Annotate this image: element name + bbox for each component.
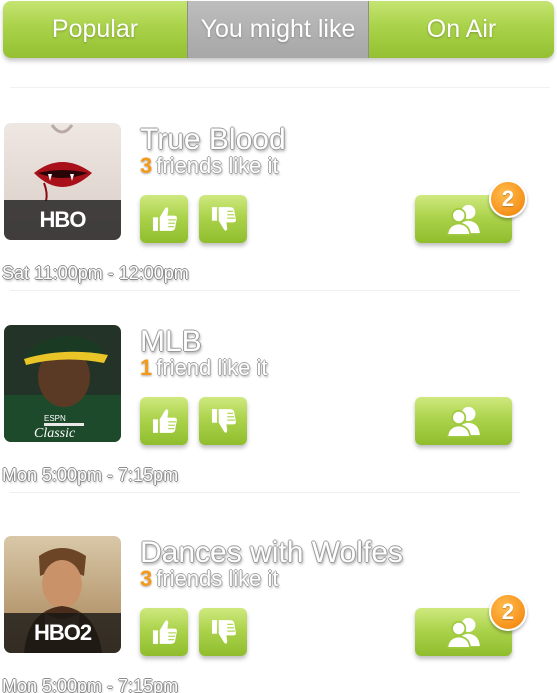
poster-image: ESPN Classic [4, 325, 121, 442]
show-title[interactable]: MLB [140, 325, 202, 359]
show-poster[interactable]: HBO2 [4, 536, 121, 653]
show-item-mlb: ESPN Classic MLB 1 friend like it Mon 5:0… [0, 325, 557, 505]
app-root: Popular You might like On Air HBO True B… [0, 0, 557, 693]
like-button[interactable] [140, 608, 188, 656]
svg-text:ESPN: ESPN [44, 414, 66, 423]
friend-count: 1 [140, 355, 153, 380]
show-poster[interactable]: HBO [4, 123, 121, 240]
like-button[interactable] [140, 195, 188, 243]
thumbs-up-icon [147, 202, 181, 236]
dislike-button[interactable] [199, 397, 247, 445]
show-title[interactable]: True Blood [140, 123, 286, 157]
tab-on-air[interactable]: On Air [369, 1, 554, 58]
show-title[interactable]: Dances with Wolfes [140, 536, 403, 570]
notification-badge: 2 [489, 180, 527, 218]
friend-text: friends like it [156, 566, 279, 591]
divider [10, 87, 550, 88]
svg-text:Classic: Classic [34, 426, 76, 441]
divider [10, 290, 520, 291]
tab-bar: Popular You might like On Air [3, 1, 554, 58]
tab-you-might-like[interactable]: You might like [187, 1, 369, 58]
network-badge: HBO [4, 200, 121, 240]
thumbs-up-icon [147, 404, 181, 438]
dislike-button[interactable] [199, 608, 247, 656]
friend-count: 3 [140, 153, 153, 178]
tab-popular[interactable]: Popular [3, 1, 187, 58]
dislike-button[interactable] [199, 195, 247, 243]
people-icon [442, 201, 486, 237]
friends-like-count: 3 friends like it [140, 153, 279, 179]
thumbs-down-icon [206, 202, 240, 236]
show-poster[interactable]: ESPN Classic [4, 325, 121, 442]
show-item-dances-with-wolfes: HBO2 Dances with Wolfes 3 friends like it… [0, 536, 557, 693]
show-time: Mon 5:00pm - 7:15pm [2, 676, 179, 693]
friends-like-count: 3 friends like it [140, 566, 279, 592]
notification-badge: 2 [489, 593, 527, 631]
show-time: Mon 5:00pm - 7:15pm [2, 465, 179, 485]
show-time: Sat 11:00pm - 12:00pm [2, 263, 189, 283]
friend-count: 3 [140, 566, 153, 591]
show-item-true-blood: HBO True Blood 3 friends like it 2 Sat 11… [0, 123, 557, 303]
like-button[interactable] [140, 397, 188, 445]
thumbs-down-icon [206, 615, 240, 649]
friend-text: friend like it [156, 355, 268, 380]
people-icon [442, 403, 486, 439]
network-badge: HBO2 [4, 613, 121, 653]
thumbs-up-icon [147, 615, 181, 649]
friend-text: friends like it [156, 153, 279, 178]
friends-like-count: 1 friend like it [140, 355, 268, 381]
divider [10, 492, 520, 493]
thumbs-down-icon [206, 404, 240, 438]
people-icon [442, 614, 486, 650]
friends-button[interactable] [415, 397, 512, 445]
